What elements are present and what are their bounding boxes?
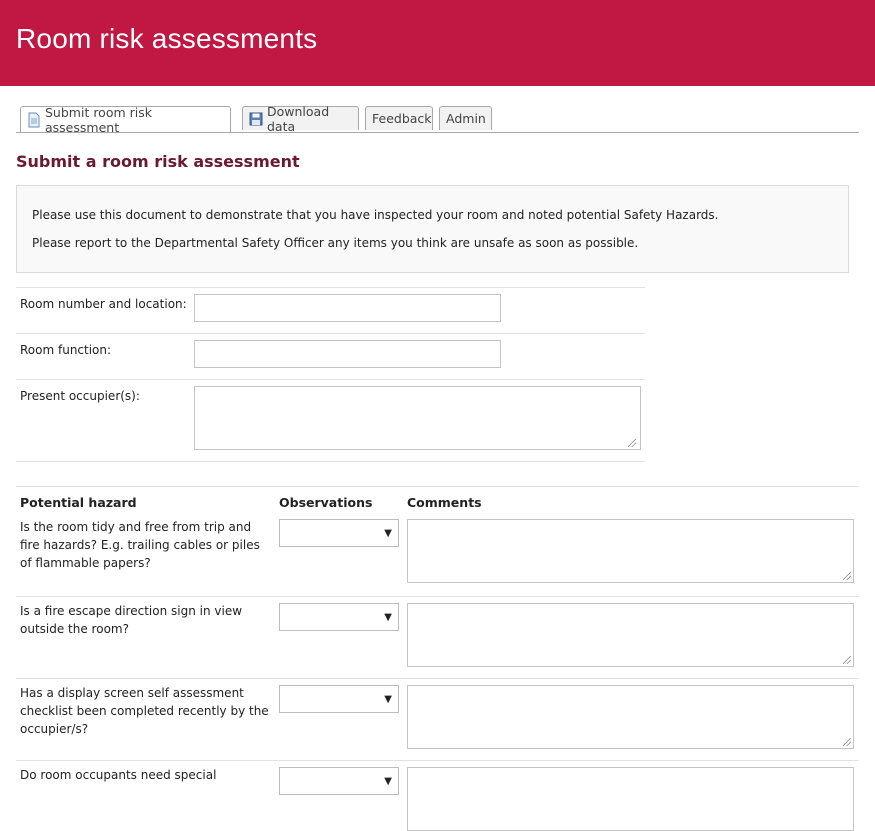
observation-select[interactable]: ▼ — [279, 767, 399, 795]
observation-select[interactable]: ▼ — [279, 685, 399, 713]
tab-submit-room-risk-assessment[interactable]: Submit room risk assessment — [20, 104, 231, 135]
occupiers-row: Present occupier(s): — [16, 379, 645, 462]
comment-textarea[interactable] — [407, 685, 854, 749]
occupiers-textarea[interactable] — [194, 386, 641, 450]
room-number-input[interactable] — [194, 294, 501, 322]
hazard-question: Do room occupants need special — [20, 768, 217, 782]
app-title: Room risk assessments — [16, 23, 318, 54]
room-function-label: Room function: — [20, 343, 112, 357]
room-function-input[interactable] — [194, 340, 501, 368]
header-banner: Room risk assessments — [0, 0, 875, 86]
room-number-label: Room number and location: — [20, 297, 187, 311]
hazard-question: Is the room tidy and free from trip and … — [20, 520, 260, 570]
tab-label: Submit room risk assessment — [45, 104, 152, 135]
comment-textarea[interactable] — [407, 603, 854, 667]
room-function-row: Room function: — [16, 333, 645, 379]
hazard-row: Is a fire escape direction sign in view … — [16, 596, 859, 679]
occupiers-label: Present occupier(s): — [20, 389, 140, 403]
room-details-form: Room number and location: Room function:… — [16, 287, 645, 462]
tab-admin[interactable]: Admin — [439, 106, 492, 130]
resize-handle-icon[interactable] — [843, 572, 851, 580]
dropdown-arrow-icon: ▼ — [384, 612, 392, 623]
tab-label: Download data — [267, 103, 330, 134]
intro-box: Please use this document to demonstrate … — [16, 185, 849, 273]
tab-label: Feedback — [372, 111, 432, 126]
hazard-table-header: Potential hazard Observations Comments — [16, 486, 859, 515]
document-icon — [27, 112, 41, 128]
tab-bar: Submit room risk assessment Download dat… — [16, 104, 859, 135]
dropdown-arrow-icon: ▼ — [384, 776, 392, 787]
room-number-row: Room number and location: — [16, 287, 645, 333]
resize-handle-icon[interactable] — [843, 656, 851, 664]
hazard-question: Has a display screen self assessment che… — [20, 686, 269, 736]
hazard-row: Is the room tidy and free from trip and … — [16, 514, 859, 596]
observation-select[interactable]: ▼ — [279, 603, 399, 631]
comment-textarea[interactable] — [407, 767, 854, 831]
header-observations: Observations — [279, 495, 373, 510]
page-title: Submit a room risk assessment — [16, 152, 300, 171]
save-icon — [249, 112, 263, 126]
hazard-question: Is a fire escape direction sign in view … — [20, 604, 243, 636]
header-potential-hazard: Potential hazard — [20, 495, 137, 510]
tab-label: Admin — [446, 111, 486, 126]
header-comments: Comments — [407, 495, 482, 510]
tab-feedback[interactable]: Feedback — [365, 106, 433, 130]
hazard-row: Has a display screen self assessment che… — [16, 678, 859, 761]
resize-handle-icon[interactable] — [843, 738, 851, 746]
intro-text-1: Please use this document to demonstrate … — [32, 208, 719, 222]
tab-download-data[interactable]: Download data — [242, 104, 359, 134]
hazard-row: Do room occupants need special ▼ — [16, 760, 859, 831]
dropdown-arrow-icon: ▼ — [384, 694, 392, 705]
comment-textarea[interactable] — [407, 519, 854, 583]
resize-handle-icon[interactable] — [628, 439, 636, 447]
observation-select[interactable]: ▼ — [279, 519, 399, 547]
intro-text-2: Please report to the Departmental Safety… — [32, 236, 639, 250]
dropdown-arrow-icon: ▼ — [384, 528, 392, 539]
